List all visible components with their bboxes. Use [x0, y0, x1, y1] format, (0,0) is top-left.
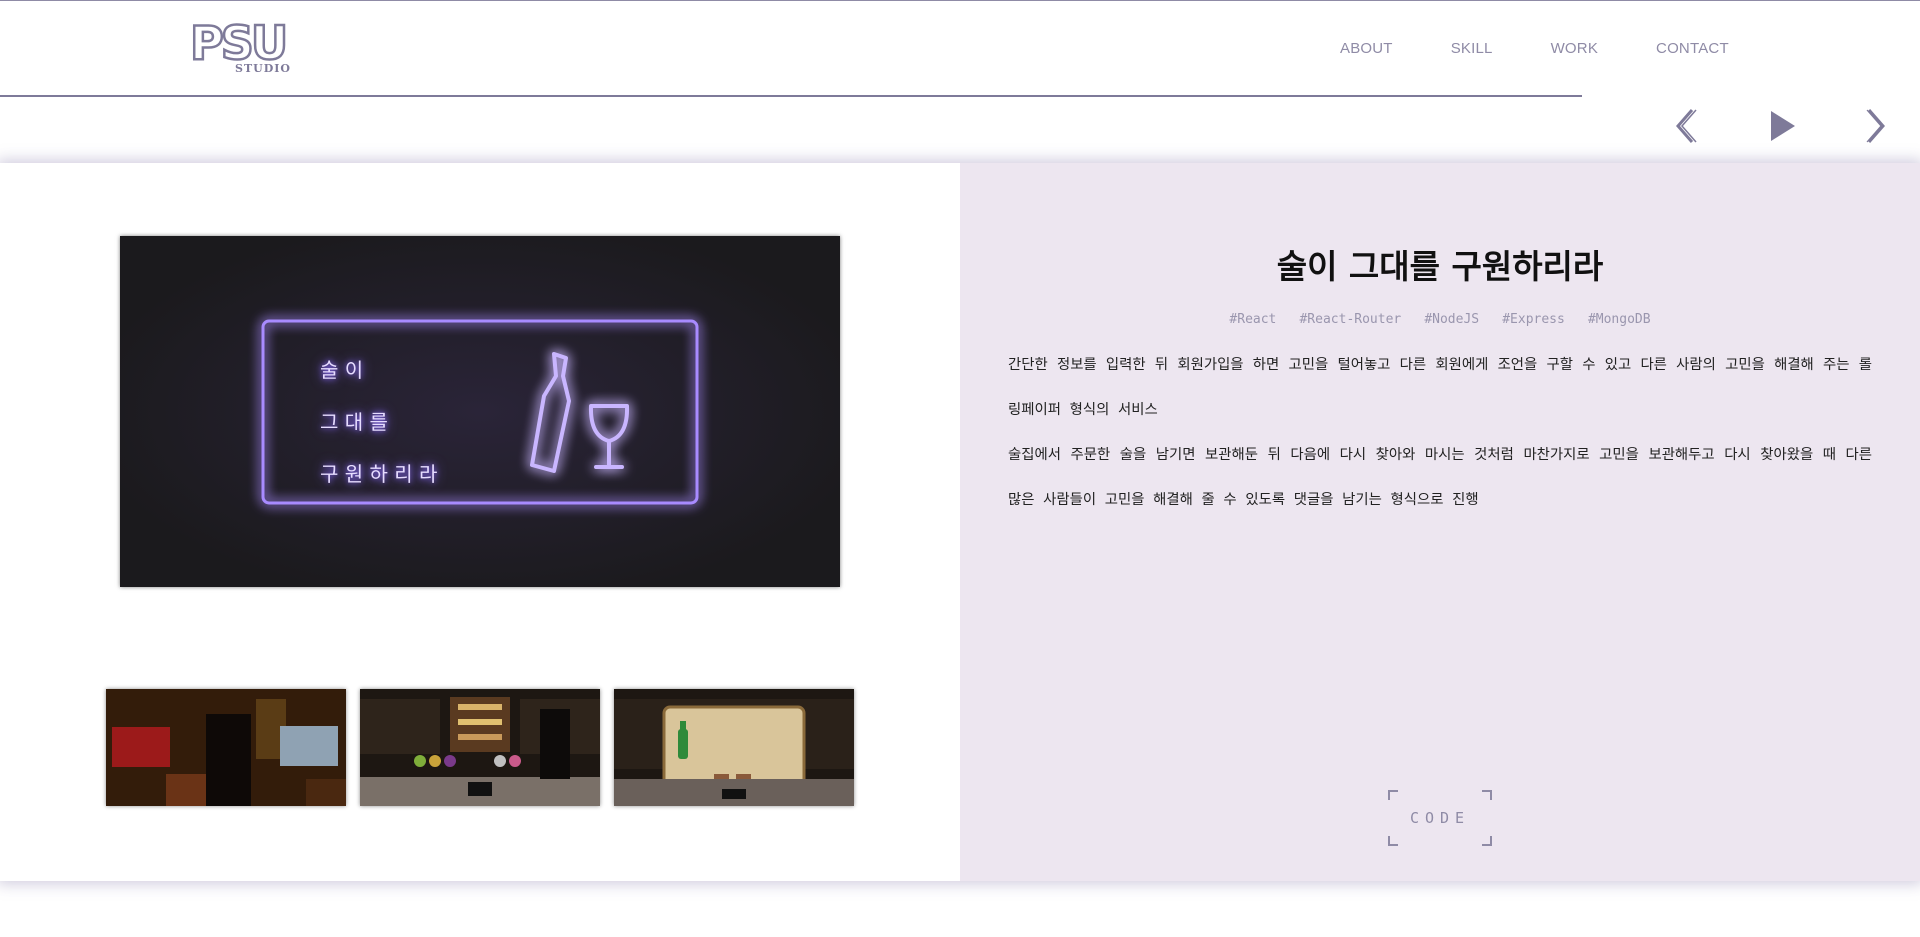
neon-sign-illustration [120, 236, 840, 587]
description-paragraph-2: 술집에서 주문한 술을 남기면 보관해둔 뒤 다음에 다시 찾아와 마시는 것처… [1008, 447, 1872, 508]
chevron-left-icon [1676, 109, 1697, 143]
next-slide-button[interactable] [1855, 106, 1895, 146]
neon-line-2: 그 대 를 [320, 410, 388, 434]
top-border [0, 0, 1920, 1]
tag-react-router: #React-Router [1299, 312, 1402, 327]
thumbnail-1[interactable] [106, 689, 346, 806]
thumbnail-3[interactable] [614, 689, 854, 806]
play-slide-button[interactable] [1762, 106, 1802, 146]
neon-sign-text: 술 이 그 대 를 구 원 하 리 라 [320, 344, 437, 500]
nav-work[interactable]: WORK [1551, 40, 1598, 57]
tag-react: #React [1229, 312, 1277, 327]
nav-skill[interactable]: SKILL [1451, 40, 1493, 57]
project-description: 간단한 정보를 입력한 뒤 회원가입을 하면 고민을 털어놓고 다른 회원에게 … [1008, 343, 1872, 523]
description-paragraph-1: 간단한 정보를 입력한 뒤 회원가입을 하면 고민을 털어놓고 다른 회원에게 … [1008, 357, 1872, 418]
chevron-right-icon [1866, 109, 1885, 143]
prev-slide-button[interactable] [1668, 106, 1708, 146]
neon-line-3: 구 원 하 리 라 [320, 462, 438, 486]
nav-contact[interactable]: CONTACT [1656, 40, 1729, 57]
tag-nodejs: #NodeJS [1424, 312, 1480, 327]
header-divider [0, 95, 1582, 97]
project-gallery: 술 이 그 대 를 구 원 하 리 라 [0, 163, 960, 881]
project-title: 술이 그대를 구원하리라 [1276, 247, 1604, 287]
neon-line-1: 술 이 [320, 358, 364, 382]
project-details: 술이 그대를 구원하리라 #React #React-Router #NodeJ… [960, 163, 1920, 881]
logo-mark: PSU [189, 16, 290, 70]
thumbnail-bar-counter [360, 689, 600, 806]
thumbnail-letter [614, 689, 854, 806]
thumbnail-strip [106, 689, 854, 806]
play-icon [1771, 111, 1795, 141]
nav-about[interactable]: ABOUT [1340, 40, 1393, 57]
logo-subtitle: STUDIO [235, 62, 291, 75]
code-button[interactable]: CODE [1388, 790, 1492, 846]
main-nav: ABOUT SKILL WORK CONTACT [1340, 40, 1729, 57]
code-button-label: CODE [1409, 809, 1471, 827]
logo[interactable]: PSU STUDIO [189, 19, 291, 76]
project-main-image: 술 이 그 대 를 구 원 하 리 라 [120, 236, 840, 587]
thumbnail-2[interactable] [360, 689, 600, 806]
tag-express: #Express [1502, 312, 1565, 327]
tag-mongodb: #MongoDB [1587, 312, 1651, 327]
thumbnail-bar-entrance [106, 689, 346, 806]
project-panel: 술 이 그 대 를 구 원 하 리 라 술이 그대를 구원하리라 #React … [0, 163, 1920, 881]
tech-tags: #React #React-Router #NodeJS #Express #M… [960, 308, 1920, 327]
